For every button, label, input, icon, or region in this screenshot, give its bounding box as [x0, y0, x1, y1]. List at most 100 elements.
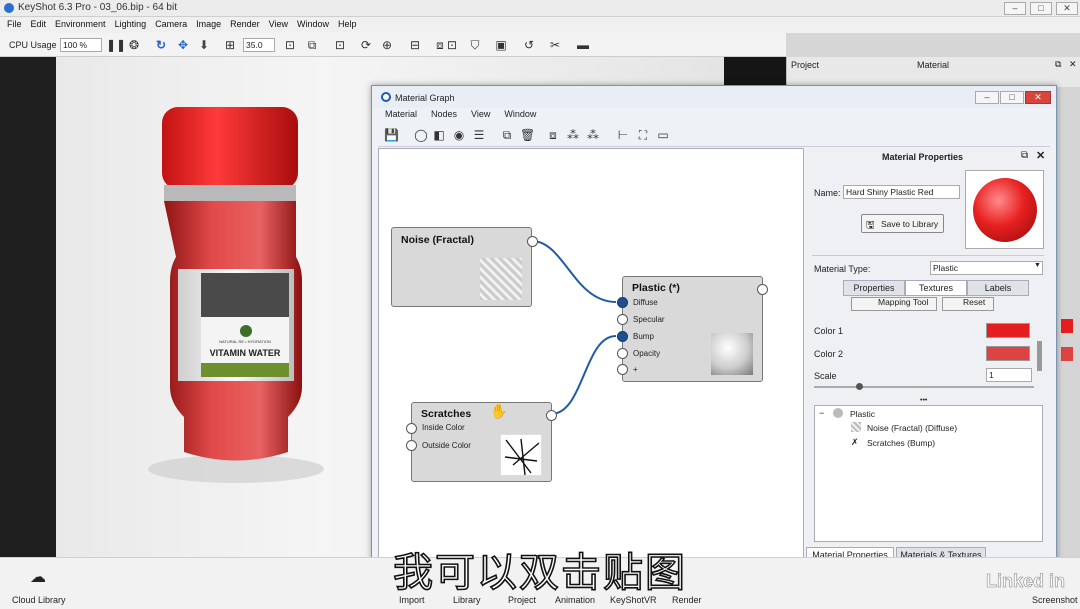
rotate-icon[interactable]: ⟳	[359, 38, 373, 52]
save-icon[interactable]: 💾	[384, 128, 399, 142]
down-arrow-icon[interactable]: ⬇	[197, 38, 211, 52]
scale-slider-track[interactable]	[814, 386, 1034, 388]
trash-icon[interactable]: 🗑	[520, 128, 535, 142]
layout-icon[interactable]: ⊢	[616, 128, 630, 142]
menu-image[interactable]: Image	[193, 17, 227, 33]
menu-help[interactable]: Help	[335, 17, 363, 33]
fit-view-icon[interactable]: ⛶	[636, 128, 650, 142]
menu-lighting[interactable]: Lighting	[112, 17, 153, 33]
refresh-icon[interactable]: ↻	[154, 38, 168, 52]
screenshot-button[interactable]: Screenshot	[1032, 595, 1078, 605]
tab-properties[interactable]: Properties	[843, 280, 905, 296]
scrollbar-thumb[interactable]	[1037, 341, 1042, 371]
material-type-select[interactable]: Plastic	[930, 261, 1043, 275]
mg-menu-view[interactable]: View	[464, 108, 497, 123]
node-tree-icon[interactable]: ⁂	[586, 128, 600, 142]
sliders-icon[interactable]: ☰	[472, 128, 486, 142]
plastic-node[interactable]: Plastic (*) Diffuse Specular Bump Opacit…	[617, 276, 768, 382]
mg-menu-window[interactable]: Window	[497, 108, 543, 123]
diffuse-port[interactable]	[617, 297, 628, 308]
region-icon[interactable]: ⊡	[445, 38, 459, 52]
cloud-library-icon[interactable]: ☁	[30, 567, 46, 587]
properties-float-icon[interactable]: ⧉	[1021, 150, 1028, 161]
target-icon[interactable]: ◉	[452, 128, 466, 142]
copy-icon[interactable]: ⧉	[500, 128, 514, 142]
sphere-icon[interactable]: ◯	[414, 128, 428, 142]
noise-fractal-node[interactable]: Noise (Fractal)	[391, 227, 538, 307]
mg-close-button[interactable]: ✕	[1025, 91, 1051, 104]
mg-menu-nodes[interactable]: Nodes	[424, 108, 464, 123]
plastic-output-port[interactable]	[757, 284, 768, 295]
zoom-region-icon[interactable]: ⊡	[283, 38, 297, 52]
node-group-icon[interactable]: ⁂	[566, 128, 580, 142]
screen-icon[interactable]: ▬	[576, 38, 590, 52]
close-button[interactable]: ✕	[1056, 2, 1078, 15]
scratches-output-port[interactable]	[546, 410, 557, 421]
grid-icon[interactable]: ⊞	[223, 38, 237, 52]
tumble-icon[interactable]: ⊕	[380, 38, 394, 52]
add-port[interactable]	[617, 364, 628, 375]
scale-slider-handle[interactable]	[856, 383, 863, 390]
measure-icon[interactable]: ↺	[522, 38, 536, 52]
save-to-library-button[interactable]: 🖫 Save to Library	[861, 214, 944, 233]
camera-add-icon[interactable]: ⧉	[305, 38, 319, 52]
cpu-usage-select[interactable]: 100 %	[60, 38, 102, 52]
menu-view[interactable]: View	[266, 17, 294, 33]
tab-textures[interactable]: Textures	[905, 280, 967, 296]
fit-icon[interactable]: ✥	[176, 38, 190, 52]
shield-icon[interactable]: ⛉	[468, 38, 482, 52]
inside-color-port[interactable]	[406, 423, 417, 434]
project-button[interactable]: Project	[508, 595, 536, 605]
color2-swatch[interactable]	[986, 346, 1030, 361]
menu-render[interactable]: Render	[227, 17, 266, 33]
scissors-icon[interactable]: ✂	[548, 38, 562, 52]
panel-float-icon[interactable]: ⧉	[1055, 59, 1061, 70]
menu-file[interactable]: File	[4, 17, 28, 33]
mg-minimize-button[interactable]: –	[975, 91, 999, 104]
mg-menu-material[interactable]: Material	[378, 108, 424, 123]
focal-length-field[interactable]: 35.0	[243, 38, 275, 52]
performance-icon[interactable]: ❂	[127, 38, 141, 52]
menu-environment[interactable]: Environment	[52, 17, 112, 33]
animation-button[interactable]: Animation	[555, 595, 595, 605]
scratches-node[interactable]: Scratches ✋ Inside Color Outside Color	[406, 402, 557, 482]
opacity-port[interactable]	[617, 348, 628, 359]
pause-icon[interactable]: ❚❚	[106, 38, 126, 52]
presentation-icon[interactable]: ▣	[494, 38, 508, 52]
checker-icon[interactable]: ◧	[432, 128, 446, 142]
maximize-button[interactable]: □	[1030, 2, 1052, 15]
studio-icon[interactable]: ⊟	[408, 38, 422, 52]
cloud-library-label[interactable]: Cloud Library	[12, 595, 66, 605]
tree-collapse-icon[interactable]: −	[819, 408, 824, 418]
panel-close-icon[interactable]: ✕	[1069, 59, 1077, 70]
import-button[interactable]: Import	[399, 595, 425, 605]
specular-port[interactable]	[617, 314, 628, 325]
material-name-field[interactable]: Hard Shiny Plastic Red	[843, 185, 960, 199]
menu-edit[interactable]: Edit	[28, 17, 53, 33]
outside-color-port[interactable]	[406, 440, 417, 451]
splitter-dots[interactable]: •••	[920, 397, 927, 404]
library-button[interactable]: Library	[453, 595, 481, 605]
menu-window[interactable]: Window	[294, 17, 335, 33]
scale-field[interactable]: 1	[986, 368, 1032, 382]
noise-output-port[interactable]	[527, 236, 538, 247]
mg-maximize-button[interactable]: □	[1000, 91, 1024, 104]
chevron-down-icon[interactable]: ▼	[1034, 262, 1041, 269]
color1-swatch[interactable]	[986, 323, 1030, 338]
tab-labels[interactable]: Labels	[967, 280, 1029, 296]
tree-item-scratches[interactable]: Scratches (Bump)	[867, 438, 935, 448]
keyshotvr-button[interactable]: KeyShotVR	[610, 595, 657, 605]
properties-close-icon[interactable]: ✕	[1036, 149, 1045, 162]
menu-camera[interactable]: Camera	[152, 17, 193, 33]
minimize-button[interactable]: –	[1004, 2, 1026, 15]
node-canvas[interactable]: Noise (Fractal) Plastic (*) Diffuse Spec…	[378, 148, 804, 560]
node-add-icon[interactable]: ⧈	[546, 128, 560, 142]
render-button[interactable]: Render	[672, 595, 702, 605]
mapping-tool-button[interactable]: Mapping Tool	[851, 297, 937, 311]
bump-port[interactable]	[617, 331, 628, 342]
actual-size-icon[interactable]: ▭	[656, 128, 670, 142]
tree-item-plastic[interactable]: Plastic	[850, 409, 875, 419]
material-label[interactable]: Material	[917, 60, 949, 70]
reset-button[interactable]: Reset	[942, 297, 994, 311]
tree-item-noise[interactable]: Noise (Fractal) (Diffuse)	[867, 423, 957, 433]
